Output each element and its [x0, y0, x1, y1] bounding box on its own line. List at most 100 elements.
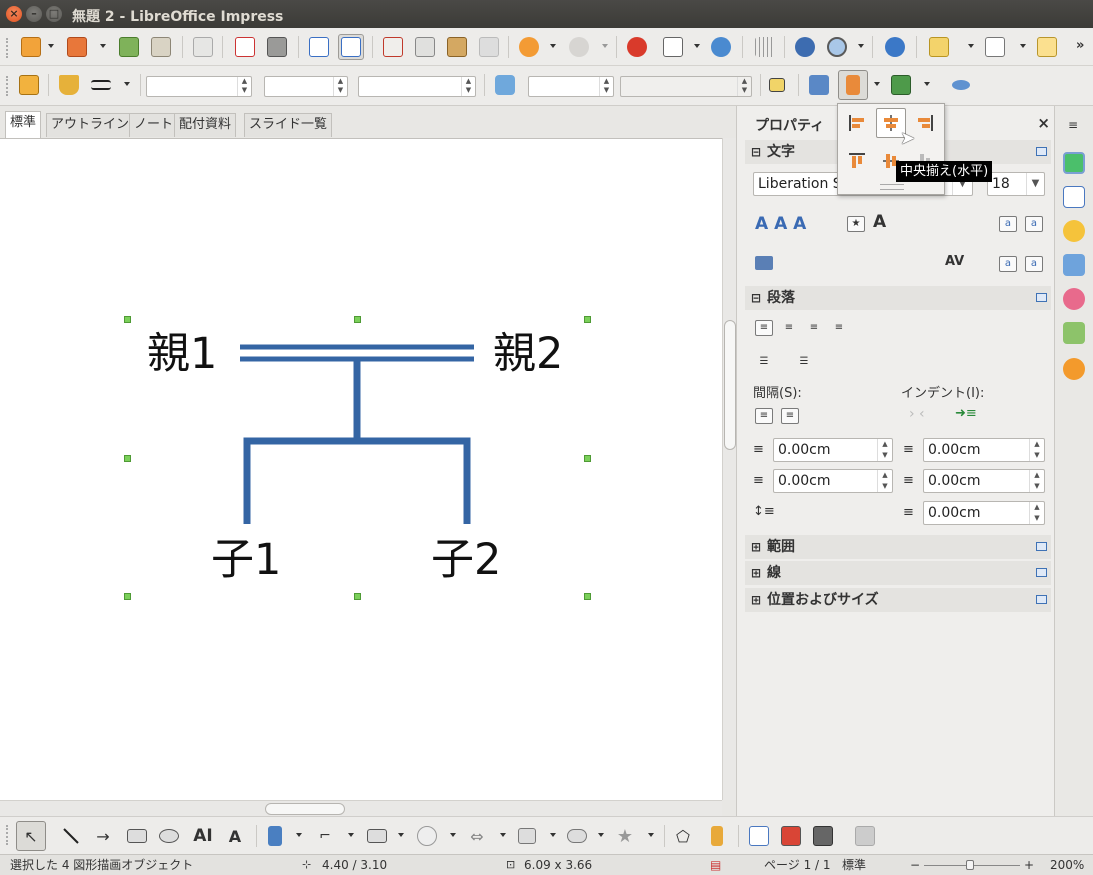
increase-spacing-icon[interactable]: ≡ — [755, 408, 773, 424]
new-icon[interactable] — [18, 34, 44, 60]
glue-points-icon[interactable] — [704, 823, 730, 849]
auto-spellcheck-icon[interactable] — [338, 34, 364, 60]
position-size-section-header[interactable]: ⊞ 位置およびサイズ — [745, 588, 1051, 612]
curve-tool-icon[interactable] — [262, 823, 288, 849]
symbol-shapes-icon[interactable] — [414, 823, 440, 849]
superscript-icon[interactable]: a — [999, 256, 1017, 272]
before-indent-input[interactable]: 0.00cm ▲ ▼ — [923, 438, 1045, 462]
toolbar-grip[interactable] — [6, 38, 9, 58]
area-style-combo[interactable]: ▲ ▼ — [528, 76, 614, 97]
arrow-line-tool-icon[interactable]: → — [90, 823, 116, 849]
callouts-icon[interactable] — [564, 823, 590, 849]
selection-handle[interactable] — [584, 455, 591, 462]
spelling-icon[interactable] — [306, 34, 332, 60]
subscript-icon[interactable]: a — [1025, 256, 1043, 272]
clone-formatting-icon[interactable] — [476, 34, 502, 60]
export-pdf-icon[interactable] — [232, 34, 258, 60]
more-options-icon[interactable] — [1036, 568, 1047, 577]
align-icon[interactable] — [838, 70, 868, 100]
toggle-extrusion-icon[interactable] — [948, 72, 974, 98]
selection-handle[interactable] — [584, 593, 591, 600]
arrow-style-icon[interactable] — [88, 72, 114, 98]
hanging-indent-icon[interactable]: ➜≡ — [955, 406, 977, 421]
grow-font-icon[interactable]: a — [999, 216, 1017, 232]
toggle-3d-icon[interactable] — [852, 823, 878, 849]
master-pages-tab-icon[interactable] — [1063, 186, 1085, 208]
tab-normal[interactable]: 標準 — [5, 111, 42, 138]
selection-handle[interactable] — [354, 593, 361, 600]
horizontal-scrollbar[interactable] — [0, 800, 722, 816]
open-icon[interactable] — [64, 34, 90, 60]
line-spacing-icon[interactable]: ↕≡ — [753, 504, 775, 519]
slide-new-icon[interactable] — [926, 34, 952, 60]
font-color-icon[interactable]: A — [873, 212, 886, 232]
align-left-icon[interactable]: ≡ — [755, 320, 773, 336]
deck-close-icon[interactable]: × — [1037, 114, 1050, 132]
indent-arrows-icon[interactable]: › ‹ — [909, 406, 925, 422]
zoom-in-button[interactable]: + — [1024, 855, 1034, 875]
basic-shapes-icon[interactable] — [364, 823, 390, 849]
line-color-combo[interactable]: ▲ ▼ — [358, 76, 476, 97]
tab-slide-sorter[interactable]: スライド一覧 — [244, 113, 333, 137]
arrange-icon[interactable] — [888, 72, 914, 98]
after-indent-input[interactable]: 0.00cm ▲ ▼ — [923, 469, 1045, 493]
horizontal-scroll-thumb[interactable] — [265, 803, 345, 815]
child1-label[interactable]: 子1 — [211, 535, 281, 585]
extrusion-icon[interactable] — [810, 823, 836, 849]
block-arrows-icon[interactable]: ⇔ — [464, 823, 490, 849]
navigator-icon[interactable] — [792, 34, 818, 60]
zoom-out-button[interactable]: − — [910, 855, 920, 875]
master-slide-icon[interactable] — [1034, 34, 1060, 60]
edit-file-icon[interactable] — [190, 34, 216, 60]
font-effects-icons[interactable]: A A A — [755, 214, 806, 234]
toolbar-grip[interactable] — [6, 825, 9, 845]
properties-tab-icon[interactable] — [1063, 152, 1085, 174]
more-options-icon[interactable] — [1036, 595, 1047, 604]
styles-tab-icon[interactable] — [1063, 288, 1085, 310]
align-center-icon[interactable]: ≡ — [780, 320, 798, 336]
redo-icon[interactable] — [566, 34, 592, 60]
zoom-slider-thumb[interactable] — [966, 860, 974, 870]
ellipse-tool-icon[interactable] — [156, 823, 182, 849]
character-border-icon[interactable]: ★ — [847, 216, 865, 232]
align-left-objects-icon[interactable] — [842, 108, 872, 138]
slide-transition-tab-icon[interactable] — [1063, 254, 1085, 276]
custom-animation-tab-icon[interactable] — [1063, 220, 1085, 242]
shadow-icon[interactable] — [764, 72, 790, 98]
vertical-scroll-thumb[interactable] — [724, 320, 736, 450]
undo-icon[interactable] — [516, 34, 542, 60]
zoom-level[interactable]: 200% — [1050, 855, 1084, 875]
highlight-color-icon[interactable] — [755, 256, 773, 270]
grid-icon[interactable] — [752, 34, 778, 60]
children-connector[interactable] — [243, 361, 471, 524]
more-options-icon[interactable] — [1036, 542, 1047, 551]
marriage-line[interactable] — [240, 344, 474, 362]
gallery-tab-icon[interactable] — [1063, 322, 1085, 344]
cut-icon[interactable] — [380, 34, 406, 60]
area-fill-combo[interactable]: ▲ ▼ — [620, 76, 752, 97]
print-icon[interactable] — [264, 34, 290, 60]
tab-outline[interactable]: アウトライン — [46, 113, 135, 137]
tab-handout[interactable]: 配付資料 — [174, 113, 237, 137]
justify-icon[interactable]: ≡ — [830, 320, 848, 336]
popup-grip[interactable] — [880, 184, 904, 190]
slide-layout-icon[interactable] — [982, 34, 1008, 60]
selection-handle[interactable] — [124, 316, 131, 323]
spacing-icon[interactable]: AV — [945, 254, 964, 269]
selection-handle[interactable] — [124, 593, 131, 600]
shrink-font-icon[interactable]: a — [1025, 216, 1043, 232]
first-line-indent-input[interactable]: 0.00cm ▲ ▼ — [923, 501, 1045, 525]
flowchart-icon[interactable] — [514, 823, 540, 849]
selection-handle[interactable] — [124, 455, 131, 462]
area-section-header[interactable]: ⊞ 範囲 — [745, 535, 1051, 559]
below-spacing-input[interactable]: 0.00cm ▲ ▼ — [773, 469, 893, 493]
rotate-icon[interactable] — [806, 72, 832, 98]
decrease-spacing-icon[interactable]: ≡ — [781, 408, 799, 424]
paragraph-section-header[interactable]: ⊟ 段落 — [745, 286, 1051, 310]
table-icon[interactable] — [660, 34, 686, 60]
line-width-combo[interactable]: ▲ ▼ — [264, 76, 348, 97]
more-options-icon[interactable] — [1036, 293, 1047, 302]
slide-canvas[interactable]: 親1 親2 子1 子2 — [0, 138, 722, 800]
parent2-label[interactable]: 親2 — [493, 329, 563, 379]
child2-label[interactable]: 子2 — [431, 535, 501, 585]
